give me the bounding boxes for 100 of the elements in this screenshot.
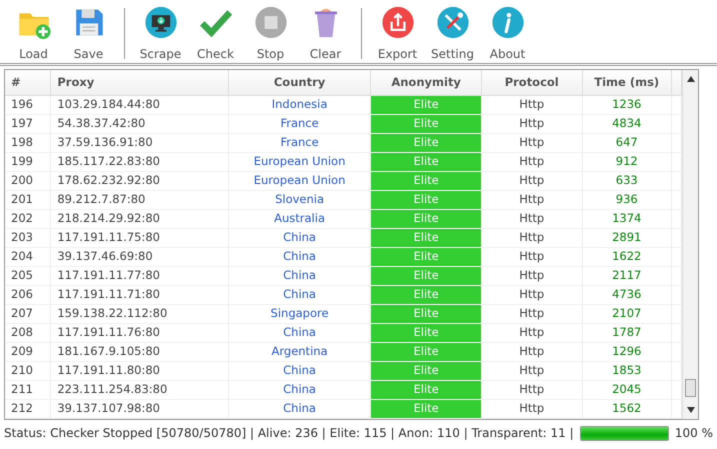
row-number: 206 — [5, 285, 51, 304]
response-time: 4736 — [582, 285, 672, 304]
anonymity-cell: Elite — [370, 190, 482, 210]
stop-button[interactable]: Stop — [243, 4, 298, 63]
anonymity-cell: Elite — [370, 171, 482, 190]
progress-percent: 100 % — [674, 425, 713, 442]
proxy-address: 39.137.107.98:80 — [50, 399, 228, 418]
row-number: 204 — [5, 247, 51, 266]
info-icon — [490, 6, 526, 39]
proxy-address: 218.214.29.92:80 — [50, 209, 228, 228]
protocol-cell: Http — [481, 342, 582, 362]
protocol-cell: Http — [481, 285, 582, 304]
row-number: 209 — [5, 342, 51, 362]
anonymity-cell: Elite — [370, 114, 482, 134]
row-number: 201 — [5, 190, 51, 210]
column-header[interactable]: Time (ms) — [582, 70, 672, 96]
proxy-address: 117.191.11.76:80 — [50, 323, 228, 342]
anonymity-cell: Elite — [370, 152, 482, 172]
proxy-address: 89.212.7.87:80 — [50, 190, 228, 210]
proxy-address: 159.138.22.112:80 — [50, 304, 228, 324]
response-time: 1853 — [582, 361, 672, 380]
clear-button[interactable]: Clear — [298, 4, 353, 63]
scroll-up-icon[interactable] — [686, 76, 694, 82]
response-time: 2117 — [582, 266, 672, 286]
anonymity-cell: Elite — [370, 247, 482, 266]
proxy-address: 181.167.9.105:80 — [50, 342, 228, 362]
proxy-address: 39.137.46.69:80 — [50, 247, 228, 266]
scrape-button[interactable]: Scrape — [133, 4, 188, 63]
row-number: 208 — [5, 323, 51, 342]
row-number: 212 — [5, 399, 51, 418]
country-cell: Indonesia — [228, 95, 371, 114]
export-button[interactable]: Export — [370, 4, 425, 63]
response-time: 2891 — [582, 228, 672, 248]
tools-icon — [434, 6, 470, 39]
response-time: 1236 — [582, 95, 672, 114]
country-cell: China — [228, 266, 371, 286]
country-cell: China — [228, 380, 371, 400]
response-time: 1787 — [582, 323, 672, 342]
protocol-cell: Http — [481, 304, 582, 324]
response-time: 912 — [582, 152, 672, 172]
response-time: 1622 — [582, 247, 672, 266]
row-number: 211 — [5, 380, 51, 400]
row-number: 202 — [5, 209, 51, 228]
anonymity-cell: Elite — [370, 228, 482, 248]
anonymity-cell: Elite — [370, 285, 482, 304]
scroll-down-icon[interactable] — [686, 407, 694, 413]
country-cell: Australia — [228, 209, 371, 228]
response-time: 633 — [582, 171, 672, 190]
response-time: 647 — [582, 133, 672, 152]
row-number: 199 — [5, 152, 51, 172]
proxy-address: 185.117.22.83:80 — [50, 152, 228, 172]
country-cell: China — [228, 399, 371, 418]
country-cell: Singapore — [228, 304, 371, 324]
anonymity-cell: Elite — [370, 342, 482, 362]
proxy-address: 103.29.184.44:80 — [50, 95, 228, 114]
check-button[interactable]: Check — [188, 4, 243, 63]
protocol-cell: Http — [481, 361, 582, 380]
country-cell: France — [228, 114, 371, 134]
row-number: 207 — [5, 304, 51, 324]
protocol-cell: Http — [481, 114, 582, 134]
protocol-cell: Http — [481, 228, 582, 248]
column-header[interactable]: # — [5, 70, 51, 96]
response-time: 936 — [582, 190, 672, 210]
column-header[interactable]: Protocol — [481, 70, 582, 96]
row-number: 203 — [5, 228, 51, 248]
column-header[interactable]: Country — [228, 70, 371, 96]
proxy-address: 178.62.232.92:80 — [50, 171, 228, 190]
anonymity-cell: Elite — [370, 361, 482, 380]
country-cell: China — [228, 323, 371, 342]
about-button[interactable]: About — [480, 4, 535, 63]
scrollbar[interactable] — [682, 70, 698, 419]
anonymity-cell: Elite — [370, 133, 482, 152]
protocol-cell: Http — [481, 209, 582, 228]
protocol-cell: Http — [481, 266, 582, 286]
anonymity-cell: Elite — [370, 266, 482, 286]
protocol-cell: Http — [481, 380, 582, 400]
anonymity-cell: Elite — [370, 399, 482, 418]
scroll-thumb[interactable] — [685, 379, 696, 397]
row-number: 198 — [5, 133, 51, 152]
proxy-address: 117.191.11.75:80 — [50, 228, 228, 248]
load-button[interactable]: Load — [6, 4, 61, 63]
setting-button[interactable]: Setting — [425, 4, 480, 63]
anonymity-cell: Elite — [370, 209, 482, 228]
response-time: 2107 — [582, 304, 672, 324]
response-time: 2045 — [582, 380, 672, 400]
country-cell: Argentina — [228, 342, 371, 362]
country-cell: China — [228, 247, 371, 266]
column-header[interactable]: Proxy — [50, 70, 228, 96]
protocol-cell: Http — [481, 133, 582, 152]
proxy-address: 117.191.11.77:80 — [50, 266, 228, 286]
save-button[interactable]: Save — [61, 4, 116, 63]
response-time: 1296 — [582, 342, 672, 362]
country-cell: European Union — [228, 152, 371, 172]
row-number: 210 — [5, 361, 51, 380]
country-cell: France — [228, 133, 371, 152]
protocol-cell: Http — [481, 323, 582, 342]
column-header[interactable]: Anonymity — [370, 70, 482, 96]
protocol-cell: Http — [481, 95, 582, 114]
proxy-address: 37.59.136.91:80 — [50, 133, 228, 152]
protocol-cell: Http — [481, 171, 582, 190]
